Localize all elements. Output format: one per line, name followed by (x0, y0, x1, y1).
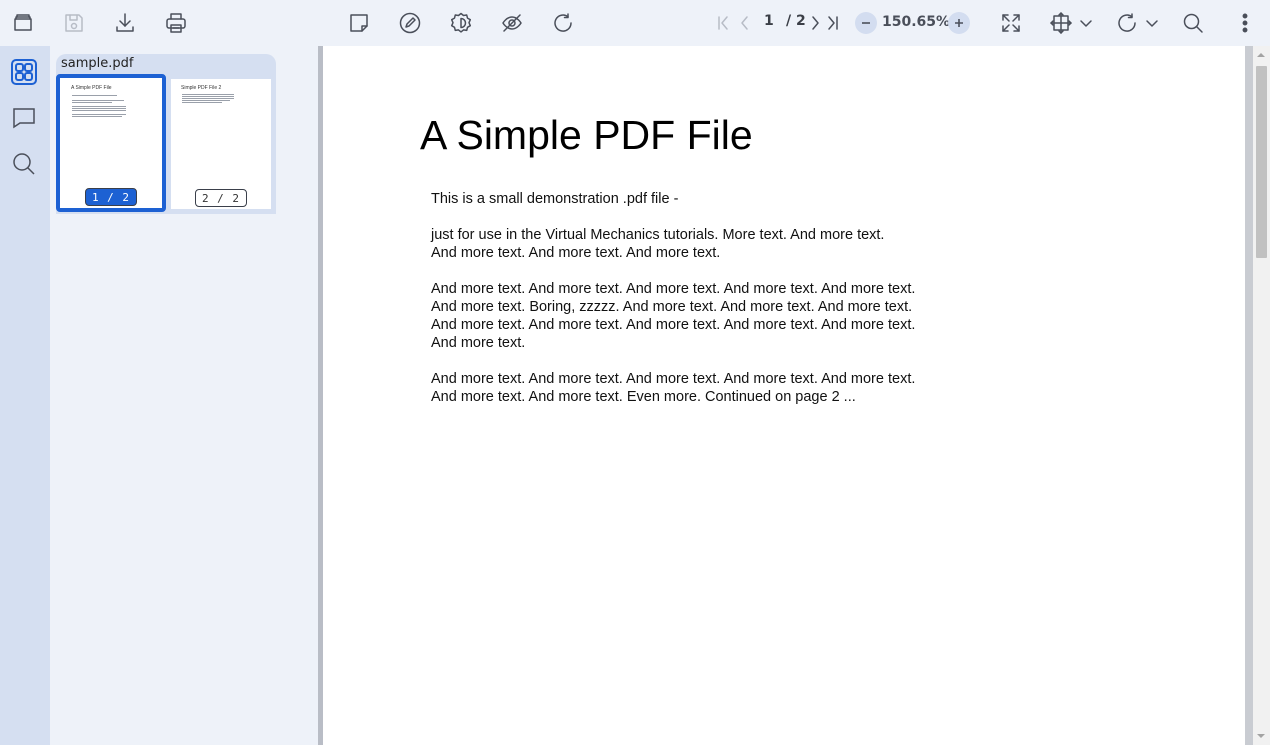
print-icon[interactable] (159, 6, 193, 40)
previous-page-icon[interactable] (734, 6, 754, 40)
first-page-icon[interactable] (714, 6, 734, 40)
thumbnail-text-line (72, 95, 117, 96)
comments-icon[interactable] (9, 103, 39, 133)
vertical-scrollbar[interactable] (1245, 46, 1270, 745)
thumbnail-text-line (182, 100, 230, 101)
refresh-icon[interactable] (546, 6, 580, 40)
plus-icon (955, 19, 963, 27)
pen-icon[interactable] (393, 6, 427, 40)
total-pages: / 2 (786, 13, 806, 29)
thumbnail-text-line (72, 108, 126, 109)
thumbnail-text-line (182, 96, 234, 97)
thumbnail-page-label: 1 / 2 (85, 188, 137, 206)
rotate-icon[interactable] (1110, 6, 1144, 40)
pdf-title: A Simple PDF File (420, 112, 753, 158)
thumbnail-text-line (182, 98, 234, 99)
document-view[interactable]: A Simple PDF File This is a small demons… (323, 46, 1245, 745)
scroll-down-arrow-icon[interactable] (1256, 731, 1266, 741)
more-options-icon[interactable] (1228, 6, 1262, 40)
minus-icon (862, 22, 870, 24)
page-thumbnail-1[interactable]: A Simple PDF File 1 / 2 (56, 74, 166, 212)
thumbnails-icon[interactable] (9, 57, 39, 87)
current-page-number[interactable]: 1 (764, 13, 774, 29)
page-thumbnail-2[interactable]: Simple PDF File 2 2 / 2 (171, 79, 271, 209)
fullscreen-icon[interactable] (994, 6, 1028, 40)
file-name: sample.pdf (61, 56, 134, 71)
toolbar: 1 / 2 150.65% (0, 0, 1270, 46)
sticky-note-icon[interactable] (342, 6, 376, 40)
search-icon[interactable] (9, 149, 39, 179)
fit-page-icon[interactable] (1044, 6, 1078, 40)
download-icon[interactable] (108, 6, 142, 40)
thumbnail-panel: sample.pdf A Simple PDF File 1 / 2 Simpl… (50, 46, 318, 745)
settings-gear-icon[interactable] (444, 6, 478, 40)
zoom-out-button[interactable] (855, 12, 877, 34)
pdf-paragraph: And more text. And more text. And more t… (431, 281, 916, 351)
pdf-paragraph: just for use in the Virtual Mechanics tu… (431, 227, 885, 261)
zoom-level[interactable]: 150.65% (882, 14, 950, 30)
left-rail (0, 46, 50, 745)
file-thumbnail-group: sample.pdf A Simple PDF File 1 / 2 Simpl… (56, 54, 276, 214)
thumbnail-text-line (182, 94, 234, 95)
last-page-icon[interactable] (822, 6, 842, 40)
thumbnail-text-line (72, 110, 126, 111)
pdf-paragraph: This is a small demonstration .pdf file … (431, 191, 679, 207)
save-icon[interactable] (57, 6, 91, 40)
scrollbar-thumb[interactable] (1256, 66, 1267, 258)
zoom-in-button[interactable] (948, 12, 970, 34)
thumbnail-text-line (182, 102, 222, 103)
scroll-up-arrow-icon[interactable] (1256, 50, 1266, 60)
thumbnail-text-line (72, 116, 122, 117)
fit-dropdown-chevron-icon[interactable] (1076, 6, 1096, 40)
thumbnail-text-line (72, 100, 124, 101)
rotate-dropdown-chevron-icon[interactable] (1142, 6, 1162, 40)
hide-eye-icon[interactable] (495, 6, 529, 40)
thumbnail-text-line (72, 114, 126, 115)
thumbnail-text-line (72, 106, 126, 107)
open-file-icon[interactable] (6, 6, 40, 40)
search-icon[interactable] (1176, 6, 1210, 40)
pdf-paragraph: And more text. And more text. And more t… (431, 371, 916, 405)
thumbnail-page-title: Simple PDF File 2 (181, 85, 222, 91)
thumbnail-page-label: 2 / 2 (195, 189, 247, 207)
thumbnail-text-line (72, 102, 112, 103)
scrollbar-divider (1245, 46, 1253, 745)
thumbnail-page-title: A Simple PDF File (71, 85, 112, 91)
